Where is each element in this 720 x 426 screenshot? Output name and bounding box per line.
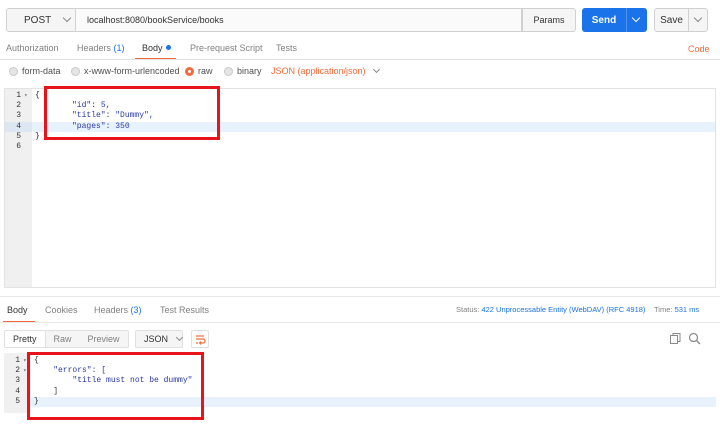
- radio-circle: [71, 66, 80, 76]
- tab-authorization-label: Authorization: [6, 43, 59, 53]
- save-options-chevron-icon[interactable]: [693, 13, 703, 23]
- copy-response-button[interactable]: [669, 332, 682, 347]
- tab-body-label: Body: [142, 43, 163, 53]
- radio-binary-label: binary: [237, 66, 262, 76]
- radio-circle: [9, 66, 18, 76]
- code-line: }: [35, 132, 40, 141]
- url-input[interactable]: localhost:8080/bookService/books: [75, 8, 522, 32]
- save-divider: [688, 8, 689, 32]
- chevron-down-icon: [372, 65, 380, 73]
- radio-form-data-label: form-data: [22, 66, 61, 76]
- status-value: 422 Unprocessable Entity (WebDAV) (RFC 4…: [481, 305, 646, 314]
- code-link-label: Code: [688, 44, 710, 54]
- tab-body[interactable]: Body: [135, 42, 176, 60]
- params-label: Params: [533, 15, 565, 25]
- request-body-highlight-box: [44, 86, 220, 140]
- tab-headers[interactable]: Headers (1): [77, 42, 125, 60]
- body-modified-dot-icon: [165, 45, 171, 50]
- response-tab-test-results[interactable]: Test Results: [160, 304, 209, 322]
- time-value: 531 ms: [674, 305, 700, 314]
- method-label: POST: [24, 14, 52, 26]
- time-label: Time:: [654, 305, 673, 314]
- line-number: 4: [16, 122, 21, 131]
- view-preview-button[interactable]: Preview: [80, 331, 128, 347]
- tab-tests-label: Tests: [276, 43, 298, 53]
- response-divider: [0, 296, 720, 297]
- code-line: {: [35, 91, 40, 100]
- line-number: 1 ▾: [16, 91, 28, 100]
- response-tab-cookies-label: Cookies: [45, 305, 78, 315]
- tab-headers-label: Headers: [77, 43, 112, 53]
- method-select[interactable]: POST: [6, 8, 75, 32]
- response-tab-cookies[interactable]: Cookies: [45, 304, 78, 322]
- line-number: 6: [16, 142, 21, 151]
- wrap-lines-button[interactable]: [191, 330, 209, 348]
- response-tab-headers-label: Headers: [94, 305, 129, 315]
- headers-count-badge: (1): [113, 43, 125, 53]
- radio-raw-label: raw: [198, 66, 213, 76]
- radio-circle-selected: [185, 66, 194, 76]
- search-icon: [688, 332, 701, 345]
- radio-raw[interactable]: raw: [185, 66, 213, 76]
- tab-divider: [0, 59, 720, 60]
- params-button[interactable]: Params: [522, 8, 576, 32]
- response-format-dropdown[interactable]: JSON: [135, 330, 184, 348]
- send-label: Send: [591, 14, 617, 26]
- line-number: 5: [16, 132, 21, 141]
- view-pretty-button[interactable]: Pretty: [5, 331, 46, 347]
- radio-urlencoded-label: x-www-form-urlencoded: [84, 66, 180, 76]
- tab-pre-request-script[interactable]: Pre-request Script: [190, 42, 263, 60]
- response-tab-test-results-label: Test Results: [160, 305, 210, 315]
- response-status: Status: 422 Unprocessable Entity (WebDAV…: [456, 305, 645, 314]
- radio-form-data[interactable]: form-data: [9, 66, 61, 76]
- line-number: 2: [16, 101, 21, 110]
- tab-pre-request-label: Pre-request Script: [190, 43, 263, 53]
- response-tab-body-label: Body: [7, 305, 28, 315]
- save-button[interactable]: Save: [654, 8, 708, 32]
- response-tab-body[interactable]: Body: [3, 304, 35, 323]
- response-headers-count-badge: (3): [130, 305, 142, 315]
- response-time: Time: 531 ms: [654, 305, 699, 314]
- response-tab-divider: [0, 322, 720, 323]
- chevron-down-icon: [62, 13, 72, 23]
- response-body-highlight-box: [27, 352, 204, 420]
- status-label: Status:: [456, 305, 480, 314]
- send-options-chevron-icon[interactable]: [631, 13, 641, 23]
- save-label: Save: [660, 14, 683, 26]
- search-response-button[interactable]: [688, 332, 701, 347]
- content-type-dropdown[interactable]: JSON (application/json): [271, 65, 380, 76]
- radio-circle: [224, 66, 233, 76]
- tab-tests[interactable]: Tests: [276, 42, 297, 60]
- radio-urlencoded[interactable]: x-www-form-urlencoded: [71, 66, 180, 76]
- content-type-label: JSON (application/json): [271, 66, 366, 76]
- chevron-down-icon: [175, 333, 184, 341]
- tab-authorization[interactable]: Authorization: [6, 42, 59, 60]
- send-button[interactable]: Send: [582, 8, 647, 32]
- view-raw-button[interactable]: Raw: [46, 331, 80, 347]
- response-tab-headers[interactable]: Headers (3): [94, 304, 142, 322]
- radio-binary[interactable]: binary: [224, 66, 262, 76]
- response-view-toggle: Pretty Raw Preview: [4, 330, 129, 348]
- url-value: localhost:8080/bookService/books: [87, 15, 224, 25]
- line-number: 3: [16, 111, 21, 120]
- response-format-label: JSON: [144, 334, 169, 344]
- copy-icon: [670, 333, 681, 344]
- send-divider: [626, 8, 627, 32]
- wrap-lines-icon: [196, 335, 206, 345]
